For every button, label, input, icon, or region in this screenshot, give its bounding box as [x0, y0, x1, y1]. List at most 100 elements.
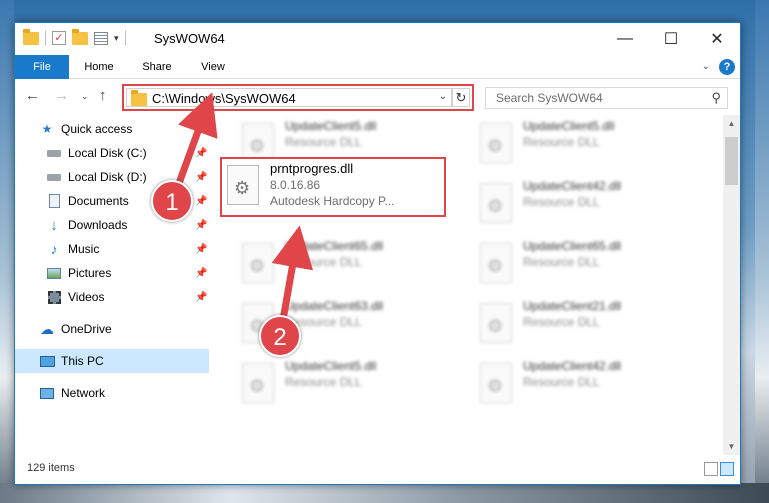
file-type: Resource DLL: [285, 375, 362, 389]
close-button[interactable]: ✕: [694, 23, 740, 55]
rename-icon[interactable]: [94, 31, 108, 45]
file-type: Resource DLL: [523, 255, 600, 269]
desktop-background-bottom: [0, 483, 769, 503]
tab-view[interactable]: View: [195, 55, 231, 79]
dll-file-icon: [480, 243, 512, 283]
properties-check-icon[interactable]: ✓: [52, 31, 66, 45]
dll-file-icon: [480, 363, 512, 403]
vertical-scrollbar[interactable]: ▲ ▼: [723, 115, 740, 455]
sidebar-item-this-pc[interactable]: This PC: [15, 349, 209, 373]
dll-file-icon: [480, 303, 512, 343]
file-tile[interactable]: UpdateClient65.dll Resource DLL: [234, 235, 464, 295]
sidebar-item-music[interactable]: ♪ Music 📌: [15, 237, 209, 261]
help-icon[interactable]: ?: [719, 59, 735, 75]
toolbar-separator: [124, 31, 126, 45]
address-path[interactable]: C:\Windows\SysWOW64: [152, 91, 296, 106]
sidebar-item-label: Local Disk (C:): [68, 146, 147, 160]
new-folder-icon[interactable]: [72, 28, 88, 45]
recent-locations-chevron-icon[interactable]: ⌄: [81, 91, 89, 102]
step-1-badge: 1: [151, 180, 193, 222]
item-count: 129 items: [27, 462, 75, 474]
sidebar-item-quick-access[interactable]: ★ Quick access: [15, 117, 209, 141]
ribbon-tabs: File Home Share View ⌄ ?: [15, 55, 740, 79]
file-tile[interactable]: UpdateClient65.dll Resource DLL: [472, 235, 702, 295]
search-icon[interactable]: ⚲: [711, 90, 721, 106]
sidebar-item-local-disk-c[interactable]: Local Disk (C:) 📌: [15, 141, 209, 165]
desktop-background-left: [0, 0, 14, 503]
computer-icon: [39, 353, 55, 369]
search-input[interactable]: Search SysWOW64 ⚲: [485, 87, 728, 109]
sidebar-item-label: This PC: [61, 354, 104, 368]
file-type: Resource DLL: [285, 255, 362, 269]
dll-file-icon: [242, 363, 274, 403]
expand-ribbon-chevron-icon[interactable]: ⌄: [702, 61, 710, 72]
file-tile[interactable]: UpdateClient42.dll Resource DLL: [472, 175, 702, 235]
pin-icon[interactable]: 📌: [195, 268, 207, 279]
file-tile[interactable]: UpdateClient21.dll Resource DLL: [472, 295, 702, 355]
highlighted-file-tile[interactable]: prntprogres.dll 8.0.16.86 Autodesk Hardc…: [220, 157, 446, 217]
maximize-button[interactable]: ☐: [648, 23, 694, 55]
dll-file-icon: [227, 165, 259, 205]
sidebar-item-label: Network: [61, 386, 106, 400]
file-name: UpdateClient5.dll: [523, 119, 615, 133]
drive-icon: [46, 169, 62, 185]
refresh-button[interactable]: ↻: [452, 88, 470, 107]
pin-icon[interactable]: 📌: [195, 196, 207, 207]
tab-share[interactable]: Share: [137, 55, 177, 79]
file-tile[interactable]: UpdateClient5.dll Resource DLL: [234, 355, 464, 415]
file-name: UpdateClient42.dll: [523, 359, 622, 373]
scrollbar-thumb[interactable]: [725, 137, 738, 185]
sidebar-item-pictures[interactable]: Pictures 📌: [15, 261, 209, 285]
forward-arrow-icon[interactable]: →: [54, 87, 69, 104]
sidebar-item-label: OneDrive: [61, 322, 112, 336]
address-dropdown-chevron-icon[interactable]: ⌄: [439, 91, 447, 102]
dll-file-icon: [242, 243, 274, 283]
sidebar-item-label: Downloads: [68, 218, 128, 232]
pin-icon[interactable]: 📌: [195, 148, 207, 159]
documents-icon: [46, 193, 62, 209]
folder-icon[interactable]: [23, 28, 39, 45]
address-bar-highlight: C:\Windows\SysWOW64 ⌄ ↻: [122, 84, 474, 111]
large-icons-view-icon[interactable]: [720, 462, 734, 476]
pin-icon[interactable]: 📌: [195, 244, 207, 255]
scroll-up-arrow-icon[interactable]: ▲: [723, 115, 740, 132]
network-icon: [39, 385, 55, 401]
file-type: Resource DLL: [523, 135, 600, 149]
pin-icon[interactable]: 📌: [195, 172, 207, 183]
scroll-down-arrow-icon[interactable]: ▼: [723, 438, 740, 455]
up-arrow-icon[interactable]: ↑: [99, 87, 107, 104]
details-view-icon[interactable]: [704, 462, 718, 476]
customize-toolbar-arrow-icon[interactable]: ▾: [114, 33, 119, 44]
file-name: UpdateClient5.dll: [285, 359, 377, 373]
file-explorer-window: ✓ ▾ SysWOW64 — ☐ ✕ File Home Share View …: [14, 22, 741, 485]
window-controls: — ☐ ✕: [602, 23, 740, 55]
toolbar-separator: [45, 31, 46, 45]
sidebar-item-label: Music: [68, 242, 100, 256]
sidebar-item-onedrive[interactable]: ☁ OneDrive: [15, 317, 209, 341]
file-tile[interactable]: UpdateClient42.dll Resource DLL: [472, 355, 702, 415]
tab-home[interactable]: Home: [77, 55, 121, 79]
sidebar-item-label: Pictures: [68, 266, 112, 280]
sidebar-item-label: Local Disk (D:): [68, 170, 147, 184]
file-type: Resource DLL: [285, 135, 362, 149]
sidebar-item-network[interactable]: Network: [15, 381, 209, 405]
file-name: UpdateClient63.dll: [285, 299, 384, 313]
videos-icon: [46, 289, 62, 305]
star-icon: ★: [41, 122, 53, 136]
cloud-icon: ☁: [40, 320, 54, 337]
sidebar-item-videos[interactable]: Videos 📌: [15, 285, 209, 309]
dll-file-icon: [480, 183, 512, 223]
status-bar: 129 items: [15, 454, 740, 484]
pin-icon[interactable]: 📌: [195, 220, 207, 231]
file-name: UpdateClient5.dll: [285, 119, 377, 133]
view-toggle: [704, 462, 734, 476]
file-name: UpdateClient65.dll: [523, 239, 622, 253]
back-arrow-icon[interactable]: ←: [25, 87, 40, 104]
step-2-badge: 2: [259, 315, 301, 357]
file-tile[interactable]: UpdateClient5.dll Resource DLL: [472, 115, 702, 175]
address-bar[interactable]: C:\Windows\SysWOW64 ⌄: [126, 88, 452, 107]
tab-file[interactable]: File: [15, 55, 69, 79]
minimize-button[interactable]: —: [602, 23, 648, 55]
pin-icon[interactable]: 📌: [195, 292, 207, 303]
dll-file-icon: [480, 123, 512, 163]
